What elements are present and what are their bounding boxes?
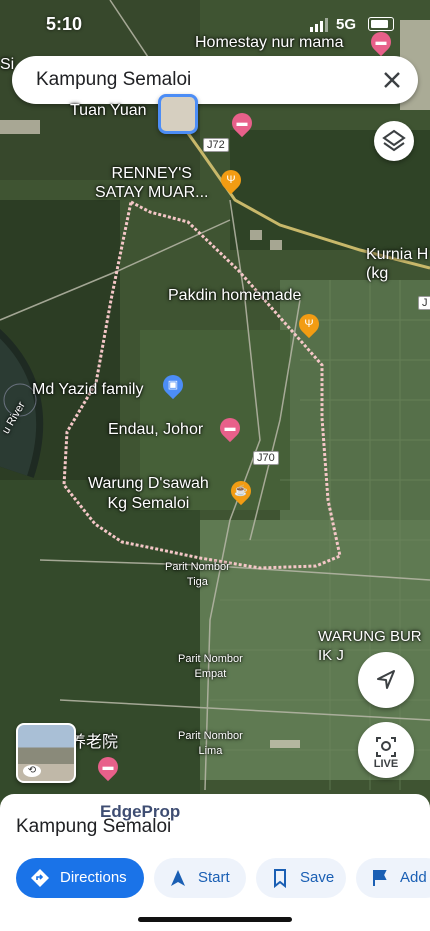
bookmark-icon (274, 869, 286, 888)
signal-icon (310, 18, 330, 32)
place-thumbnail[interactable] (158, 94, 198, 134)
place-label-homestay[interactable]: Homestay nur mama (195, 34, 344, 52)
live-view-button[interactable]: LIVE (358, 722, 414, 778)
shopping-pin[interactable]: ▣ (158, 370, 188, 400)
start-label: Start (198, 869, 230, 886)
save-label: Save (300, 869, 335, 886)
navigation-icon (171, 870, 185, 886)
hotel-icon: ▬ (375, 36, 387, 48)
live-label: LIVE (373, 758, 399, 770)
battery-icon (368, 17, 394, 31)
add-button[interactable]: Add (356, 858, 430, 898)
road-label-j: J (418, 296, 430, 310)
place-label-parit-empat: Parit Nombor Empat (178, 653, 243, 680)
start-button[interactable]: Start (154, 858, 246, 898)
place-label-pakdin[interactable]: Pakdin homemade (168, 287, 301, 305)
place-label-kurnia[interactable]: Kurnia H (kg (366, 245, 428, 283)
hotel-pin[interactable]: ▬ (93, 752, 123, 782)
place-label-parit-tiga: Parit Nombor Tiga (165, 561, 230, 588)
status-time: 5:10 (46, 14, 83, 34)
directions-button[interactable]: Directions (16, 858, 144, 898)
hotel-icon: ▬ (236, 117, 248, 129)
street-view-thumbnail[interactable]: ⟲ (16, 723, 76, 783)
restaurant-pin[interactable]: Ψ (216, 165, 246, 195)
place-label-si[interactable]: Si (0, 56, 14, 74)
directions-label: Directions (60, 869, 127, 886)
shopping-icon: ▣ (167, 379, 179, 391)
place-label-parit-lima: Parit Nombor Lima (178, 730, 243, 757)
place-title: Kampung Semaloi (16, 816, 172, 837)
place-label-endau[interactable]: Endau, Johor (108, 421, 203, 439)
hotel-icon: ▬ (102, 761, 114, 773)
my-location-button[interactable] (358, 652, 414, 708)
search-query[interactable]: Kampung Semaloi (36, 69, 191, 91)
place-sheet[interactable]: EdgeProp Kampung Semaloi Directions Star… (0, 794, 430, 931)
close-icon[interactable] (378, 66, 406, 94)
layers-icon (382, 129, 406, 152)
restaurant-pin[interactable]: Ψ (294, 309, 324, 339)
add-label: Add (400, 869, 427, 886)
layers-button[interactable] (374, 121, 414, 161)
home-indicator (138, 917, 292, 922)
place-label-tuan-yuan[interactable]: Tuan Yuan (70, 102, 147, 120)
road-label-j70: J70 (253, 451, 279, 465)
network-type: 5G (336, 16, 357, 33)
hotel-pin[interactable]: ▬ (227, 108, 257, 138)
place-label-warung-dsawah[interactable]: Warung D'sawah Kg Semaloi (88, 474, 209, 514)
navigation-arrow-icon (377, 670, 395, 689)
hotel-pin[interactable]: ▬ (366, 27, 396, 57)
street-view-icon: ⟲ (23, 765, 41, 777)
hotel-pin[interactable]: ▬ (215, 413, 245, 443)
cafe-icon: ☕ (234, 485, 248, 497)
road-label-j72: J72 (203, 138, 229, 152)
restaurant-icon: Ψ (304, 318, 314, 330)
cafe-pin[interactable]: ☕ (226, 476, 256, 506)
search-bar[interactable]: Kampung Semaloi (12, 56, 418, 104)
flag-icon (373, 870, 387, 886)
directions-icon (31, 869, 49, 887)
place-label-old-folks-home[interactable]: 养老院 (70, 728, 118, 752)
restaurant-icon: Ψ (226, 174, 236, 186)
place-label-renneys[interactable]: RENNEY'S SATAY MUAR... (95, 164, 209, 202)
hotel-icon: ▬ (224, 422, 236, 434)
save-button[interactable]: Save (256, 858, 346, 898)
place-label-md-yazid[interactable]: Md Yazid family (32, 381, 143, 399)
